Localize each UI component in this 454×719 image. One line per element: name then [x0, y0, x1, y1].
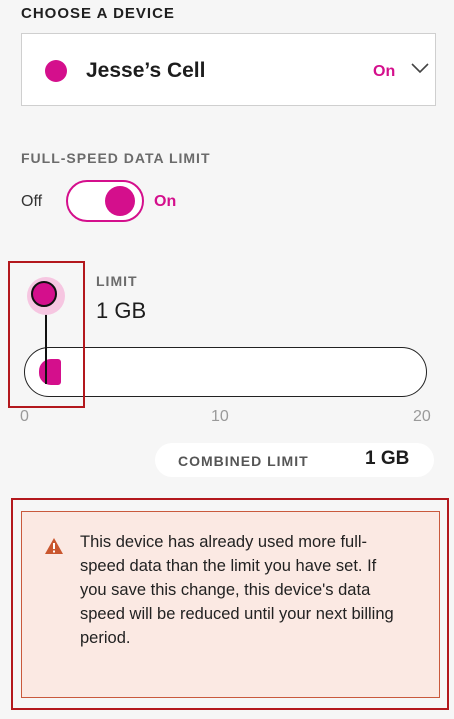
combined-limit-value: 1 GB — [365, 448, 410, 469]
tick-label-mid: 10 — [211, 408, 229, 425]
tick-label-max: 20 — [413, 408, 431, 425]
chevron-down-icon[interactable] — [410, 61, 430, 80]
slider-highlight-frame — [8, 261, 85, 408]
limit-value: 1 GB — [96, 298, 147, 323]
data-limit-toggle[interactable] — [66, 180, 144, 222]
device-name: Jesse’s Cell — [86, 59, 206, 82]
toggle-off-label[interactable]: Off — [21, 193, 42, 211]
device-color-dot — [45, 60, 67, 82]
limit-label: LIMIT — [96, 273, 138, 289]
combined-limit-label: COMBINED LIMIT — [178, 453, 309, 469]
warning-text: This device has already used more full-s… — [80, 533, 394, 647]
warning-triangle-icon — [44, 537, 64, 560]
device-dropdown[interactable]: Jesse’s Cell On — [21, 33, 436, 106]
data-limit-title: FULL-SPEED DATA LIMIT — [21, 150, 211, 166]
tick-label-min: 0 — [20, 408, 29, 425]
device-status: On — [373, 63, 396, 80]
warning-message-box: This device has already used more full-s… — [21, 511, 440, 698]
toggle-on-label[interactable]: On — [154, 193, 176, 211]
choose-device-title: CHOOSE A DEVICE — [21, 5, 175, 22]
toggle-knob — [105, 186, 135, 216]
combined-limit-pill: COMBINED LIMIT 1 GB — [155, 443, 434, 477]
